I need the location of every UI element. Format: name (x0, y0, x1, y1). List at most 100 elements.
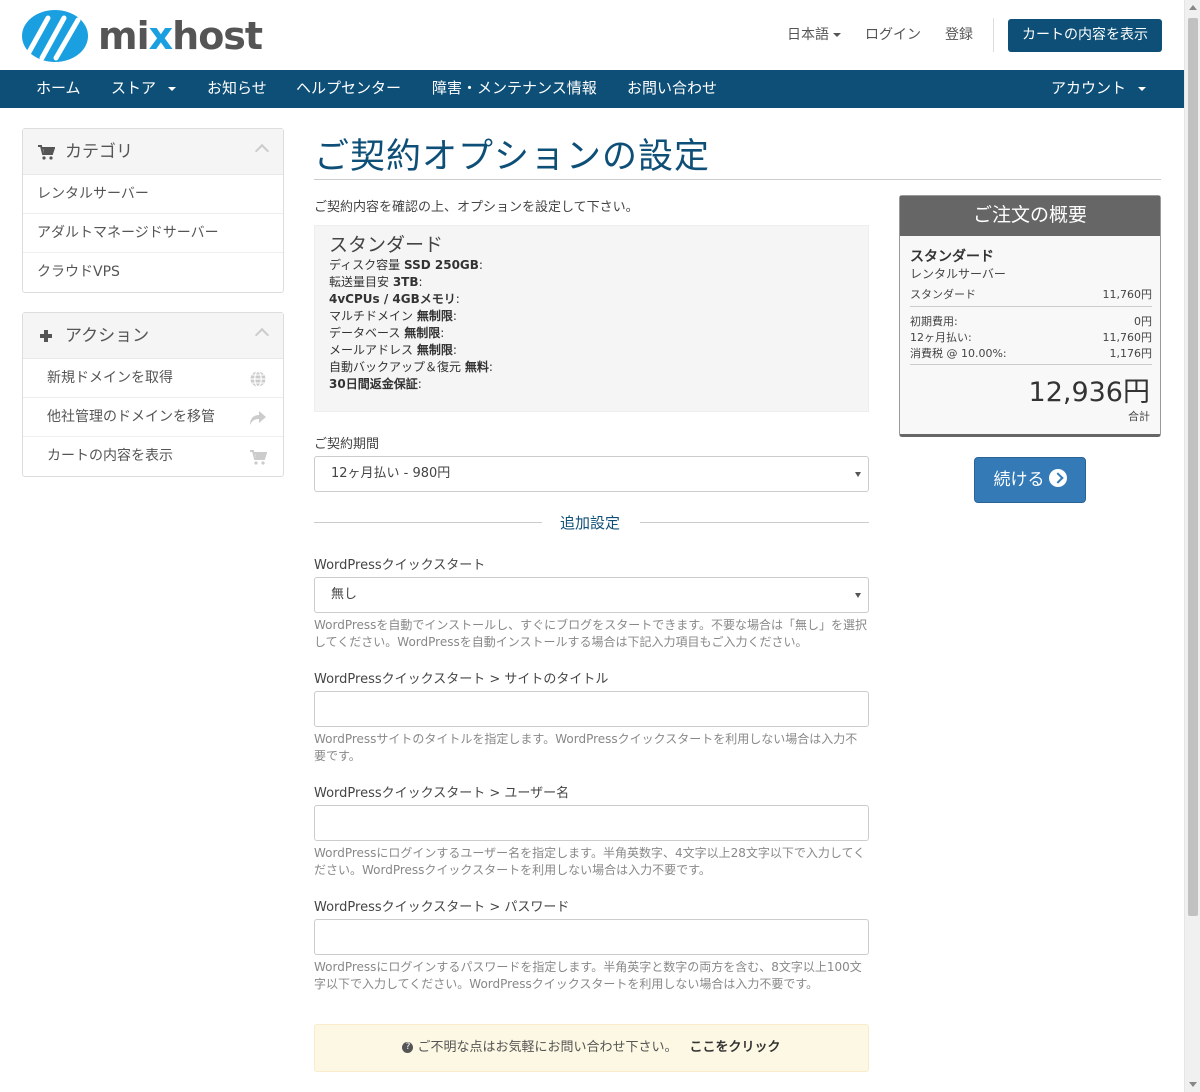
action-label: 新規ドメインを取得 (47, 370, 173, 386)
order-summary: ご注文の概要 スタンダード レンタルサーバー スタンダード 11,760円 初期費… (899, 195, 1161, 437)
logo-text: mixhost (98, 14, 263, 58)
scroll-down-icon[interactable] (1189, 1082, 1197, 1087)
feature-item: 4vCPUs / 4GBメモリ: (329, 292, 460, 306)
view-cart-button[interactable]: カートの内容を表示 (1008, 18, 1162, 52)
summary-category: レンタルサーバー (910, 267, 1006, 281)
summary-tax: 消費税 @ 10.00%: 1,176円 (910, 347, 1152, 360)
help-notice: ? ご不明な点はお気軽にお問い合わせ下さい。 ここをクリック (314, 1024, 869, 1072)
additional-settings-title: 追加設定 (560, 514, 621, 532)
caret-down-icon (168, 86, 177, 91)
action-view-cart[interactable]: カートの内容を表示 (23, 437, 283, 476)
caret-down-icon (833, 33, 841, 37)
page-title: ご契約オプションの設定 (314, 137, 711, 177)
actions-panel: アクション 新規ドメインを取得 他社管理のドメインを移管 カートの内容を表示 (22, 312, 284, 477)
categories-panel-header[interactable]: カテゴリ (23, 129, 283, 175)
wp-quickstart-value: 無し (331, 587, 358, 602)
login-link[interactable]: ログイン (865, 19, 921, 51)
header-divider (993, 18, 994, 52)
categories-panel: カテゴリ レンタルサーバー アダルトマネージドサーバー クラウドVPS (22, 128, 284, 293)
feature-item: データベース 無制限: (329, 326, 445, 340)
nav-account[interactable]: アカウント (1051, 70, 1147, 108)
username-label: WordPressクイックスタート > ユーザー名 (314, 786, 570, 801)
summary-total-label: 合計 (1128, 410, 1150, 423)
summary-cycle-price: 12ヶ月払い: 11,760円 (910, 331, 1152, 344)
shopping-cart-icon (38, 145, 55, 160)
feature-item: メールアドレス 無制限: (329, 343, 457, 357)
password-help: WordPressにログインするパスワードを指定します。半角英字と数字の両方を含… (314, 960, 862, 991)
action-label: カートの内容を表示 (47, 448, 173, 464)
action-transfer-domain[interactable]: 他社管理のドメインを移管 (23, 398, 283, 437)
continue-button[interactable]: 続ける (974, 457, 1086, 503)
order-summary-title: ご注文の概要 (900, 196, 1160, 236)
nav-maintenance[interactable]: 障害・メンテナンス情報 (432, 70, 597, 108)
wp-quickstart-label: WordPressクイックスタート (314, 558, 486, 573)
categories-title: カテゴリ (65, 142, 133, 162)
main-nav: ホーム ストア お知らせ ヘルプセンター 障害・メンテナンス情報 お問い合わせ … (0, 70, 1184, 108)
action-register-domain[interactable]: 新規ドメインを取得 (23, 359, 283, 398)
wp-quickstart-help: WordPressを自動でインストールし、すぐにブログをスタートできます。不要な… (314, 618, 867, 649)
summary-setup-fee: 初期費用: 0円 (910, 315, 1152, 328)
top-links: 日本語 ログイン 登録 カートの内容を表示 (763, 18, 1162, 52)
feature-item: マルチドメイン 無制限: (329, 309, 457, 323)
actions-panel-header[interactable]: アクション (23, 313, 283, 359)
nav-contact[interactable]: お問い合わせ (627, 70, 717, 108)
scrollbar[interactable] (1184, 0, 1200, 1092)
nav-help[interactable]: ヘルプセンター (296, 70, 401, 108)
summary-product: スタンダード (910, 249, 994, 265)
nav-home[interactable]: ホーム (36, 70, 81, 108)
shopping-cart-icon (250, 450, 267, 465)
header: mixhost 日本語 ログイン 登録 カートの内容を表示 (0, 0, 1200, 70)
category-rental-server[interactable]: レンタルサーバー (23, 175, 283, 214)
summary-divider (910, 306, 1152, 307)
site-title-help: WordPressサイトのタイトルを指定します。WordPressクイックスター… (314, 732, 858, 763)
summary-total: 12,936円 (1028, 377, 1150, 408)
feature-item: ディスク容量 SSD 250GB: (329, 258, 483, 272)
intro-text: ご契約内容を確認の上、オプションを設定して下さい。 (314, 200, 639, 215)
logo[interactable]: mixhost (22, 10, 263, 62)
question-circle-icon: ? (402, 1042, 414, 1053)
feature-item: 自動バックアップ＆復元 無料: (329, 360, 493, 374)
notice-text: ご不明な点はお気軽にお問い合わせ下さい。 (417, 1040, 678, 1055)
billing-cycle-label: ご契約期間 (314, 437, 380, 452)
nav-news[interactable]: お知らせ (207, 70, 267, 108)
section-divider-right (640, 522, 869, 523)
caret-down-icon (855, 472, 861, 477)
nav-store[interactable]: ストア (111, 70, 177, 108)
language-dropdown[interactable]: 日本語 (787, 19, 841, 51)
password-input[interactable] (314, 919, 869, 955)
password-label: WordPressクイックスタート > パスワード (314, 900, 570, 915)
scroll-thumb[interactable] (1188, 18, 1198, 916)
scroll-up-icon[interactable] (1189, 5, 1197, 10)
feature-item: 転送量目安 3TB: (329, 275, 423, 289)
product-name: スタンダード (329, 234, 444, 256)
globe-icon (250, 370, 266, 388)
title-divider (314, 179, 1161, 180)
site-title-label: WordPressクイックスタート > サイトのタイトル (314, 672, 609, 687)
actions-title: アクション (65, 326, 150, 346)
plus-icon (40, 330, 52, 342)
feature-item: 30日間返金保証: (329, 377, 422, 391)
caret-down-icon (1138, 86, 1147, 91)
arrow-right-circle-icon (1048, 469, 1067, 487)
caret-down-icon (855, 593, 861, 598)
summary-line-item: スタンダード 11,760円 (910, 288, 1152, 301)
register-link[interactable]: 登録 (945, 19, 973, 51)
notice-link[interactable]: ここをクリック (690, 1040, 781, 1055)
chevron-up-icon[interactable] (254, 143, 270, 159)
section-divider-left (314, 522, 542, 523)
summary-divider (910, 364, 1152, 365)
category-adult-managed-server[interactable]: アダルトマネージドサーバー (23, 214, 283, 253)
username-input[interactable] (314, 805, 869, 841)
site-title-input[interactable] (314, 691, 869, 727)
billing-cycle-value: 12ヶ月払い - 980円 (331, 466, 451, 481)
action-label: 他社管理のドメインを移管 (47, 409, 215, 425)
username-help: WordPressにログインするユーザー名を指定します。半角英数字、4文字以上2… (314, 846, 866, 877)
billing-cycle-select[interactable]: 12ヶ月払い - 980円 (314, 456, 869, 492)
logo-mark-icon (22, 10, 88, 62)
wp-quickstart-select[interactable]: 無し (314, 577, 869, 613)
product-info-box: スタンダード ディスク容量 SSD 250GB: 転送量目安 3TB: 4vCPUs… (314, 225, 869, 412)
chevron-up-icon[interactable] (254, 327, 270, 343)
category-cloud-vps[interactable]: クラウドVPS (23, 253, 283, 292)
share-arrow-icon (250, 411, 266, 425)
feature-list: ディスク容量 SSD 250GB: 転送量目安 3TB: 4vCPUs / 4GBメ… (329, 257, 854, 393)
